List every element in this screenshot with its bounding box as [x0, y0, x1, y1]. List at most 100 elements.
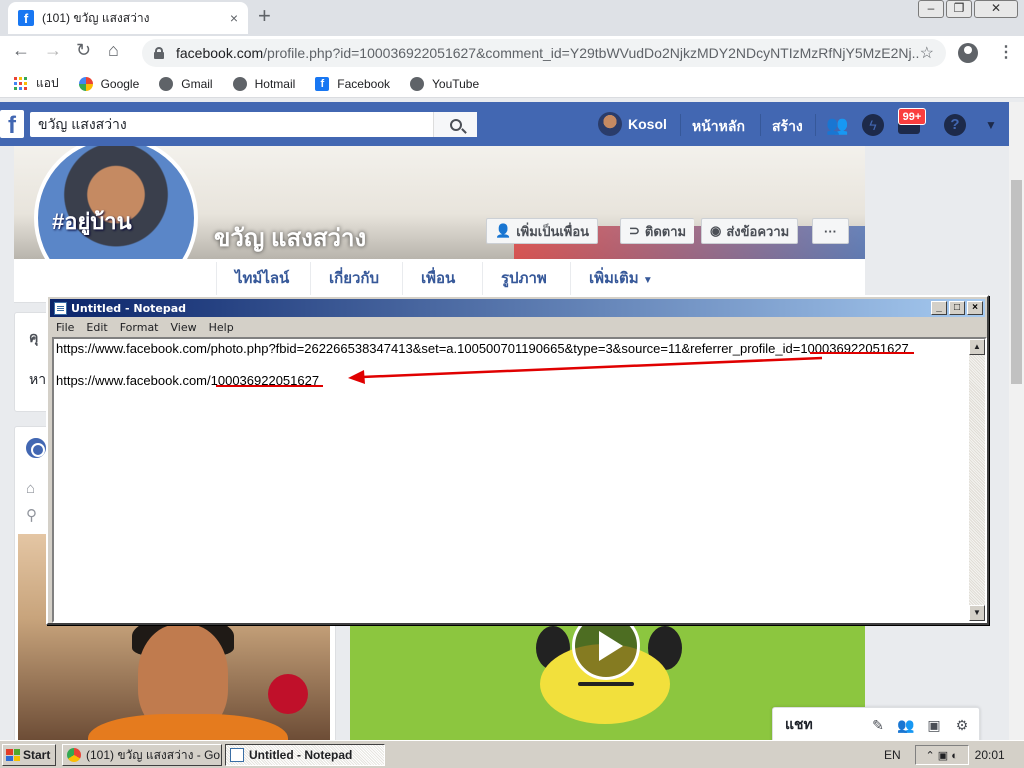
- new-tab-button[interactable]: +: [258, 5, 271, 27]
- reload-icon[interactable]: ↻: [76, 40, 91, 61]
- user-name-link[interactable]: Kosol: [628, 116, 667, 132]
- chat-bar[interactable]: แชท ✎ 👥 ▣ ⚙: [772, 707, 980, 743]
- video-call-icon[interactable]: ▣: [923, 717, 945, 734]
- scroll-up-icon[interactable]: ▲: [969, 339, 985, 355]
- facebook-logo-icon[interactable]: f: [0, 110, 24, 139]
- menu-view[interactable]: View: [165, 321, 203, 334]
- home-icon[interactable]: ⌂: [108, 40, 119, 61]
- windows-flag-icon: [6, 749, 20, 761]
- more-options-button[interactable]: ···: [812, 218, 849, 244]
- menu-format[interactable]: Format: [114, 321, 165, 334]
- start-label: Start: [23, 748, 51, 762]
- lock-icon[interactable]: [154, 47, 164, 59]
- forward-arrow-icon[interactable]: →: [44, 40, 62, 61]
- page-scrollbar[interactable]: [1009, 102, 1024, 740]
- menu-help[interactable]: Help: [203, 321, 240, 334]
- bookmark-apps[interactable]: แอป: [14, 74, 59, 93]
- friend-requests-icon[interactable]: 👥: [826, 114, 848, 136]
- tab-close-icon[interactable]: ×: [230, 10, 238, 26]
- menu-file[interactable]: File: [50, 321, 80, 334]
- scroll-down-icon[interactable]: ▼: [969, 605, 985, 621]
- notepad-titlebar[interactable]: Untitled - Notepad _ □ ×: [50, 299, 985, 317]
- add-friend-icon: 👤: [495, 223, 512, 238]
- notepad-minimize-button[interactable]: _: [931, 301, 947, 315]
- message-label: ส่งข้อความ: [726, 223, 790, 239]
- profile-name[interactable]: ขวัญ แสงสว่าง: [214, 218, 366, 257]
- search-button[interactable]: [433, 112, 477, 137]
- search-input[interactable]: ขวัญ แสงสว่าง: [30, 114, 433, 136]
- bookmark-star-icon[interactable]: ☆: [920, 43, 934, 63]
- tray-icons[interactable]: ⌃ ▣ ◐: [914, 745, 969, 765]
- globe-icon: [159, 76, 174, 91]
- url-line-2: https://www.facebook.com/: [56, 373, 211, 388]
- red-arrow-icon: [348, 356, 823, 384]
- message-button[interactable]: ◉ ส่งข้อความ: [701, 218, 799, 244]
- follow-button[interactable]: ⊃ ติดตาม: [620, 218, 695, 244]
- facebook-search[interactable]: ขวัญ แสงสว่าง: [30, 112, 477, 137]
- profile-picture-text: #อยู่บ้าน: [52, 209, 132, 234]
- create-link[interactable]: สร้าง: [772, 116, 803, 138]
- taskbar-chrome[interactable]: (101) ขวัญ แสงสว่าง - Go...: [62, 744, 222, 766]
- language-indicator[interactable]: EN: [884, 748, 901, 762]
- home-link[interactable]: หน้าหลัก: [692, 116, 745, 138]
- tab-about[interactable]: เกี่ยวกับ: [310, 262, 397, 296]
- new-message-icon[interactable]: ✎: [867, 717, 889, 734]
- profile-avatar-icon[interactable]: [958, 43, 978, 63]
- url-text[interactable]: facebook.com/profile.php?id=100036922051…: [176, 45, 920, 61]
- bookmark-google[interactable]: Google: [78, 76, 139, 91]
- more-options-icon: ···: [824, 223, 837, 239]
- account-menu-icon[interactable]: ▼: [980, 114, 1002, 136]
- notepad-title: Untitled - Notepad: [71, 301, 187, 315]
- kebab-menu-icon[interactable]: ⋮: [998, 42, 1014, 62]
- browser-toolbar: ← → ↻ ⌂ facebook.com/profile.php?id=1000…: [0, 36, 1024, 70]
- start-button[interactable]: Start: [2, 744, 56, 766]
- notepad-maximize-button[interactable]: □: [949, 301, 965, 315]
- settings-gear-icon[interactable]: ⚙: [951, 717, 973, 734]
- house-icon: ⌂: [26, 480, 36, 497]
- apps-grid-icon: [14, 76, 28, 91]
- back-arrow-icon[interactable]: ←: [12, 40, 30, 61]
- browser-tab[interactable]: f (101) ขวัญ แสงสว่าง ×: [8, 2, 248, 34]
- system-tray: EN ⌃ ▣ ◐ 20:01: [884, 744, 1020, 766]
- bookmark-label: YouTube: [432, 76, 480, 91]
- minimize-button[interactable]: ‒: [918, 0, 944, 18]
- add-friend-button[interactable]: 👤 เพิ่มเป็นเพื่อน: [486, 218, 599, 244]
- red-underline-2: [216, 385, 323, 387]
- address-bar[interactable]: facebook.com/profile.php?id=100036922051…: [142, 39, 946, 67]
- tab-photos[interactable]: รูปภาพ: [482, 262, 565, 296]
- facebook-top-bar: f ขวัญ แสงสว่าง Kosol หน้าหลัก สร้าง 👥 ϟ…: [0, 102, 1009, 146]
- scrollbar-thumb[interactable]: [1011, 180, 1022, 384]
- notepad-window: Untitled - Notepad _ □ × File Edit Forma…: [46, 295, 989, 625]
- taskbar-notepad-label: Untitled - Notepad: [249, 748, 353, 762]
- notepad-scrollbar[interactable]: ▲ ▼: [969, 339, 985, 621]
- rss-icon: ⊃: [629, 223, 640, 238]
- close-window-button[interactable]: ✕: [974, 0, 1018, 18]
- notepad-close-button[interactable]: ×: [967, 301, 983, 315]
- messenger-small-icon: ◉: [710, 223, 722, 238]
- clock[interactable]: 20:01: [975, 748, 1005, 762]
- user-avatar[interactable]: [598, 112, 622, 136]
- tab-friends[interactable]: เพื่อน: [402, 262, 473, 296]
- intro-text: หา: [29, 371, 47, 387]
- messenger-icon[interactable]: ϟ: [862, 114, 884, 136]
- tab-more[interactable]: เพิ่มเติม ▼: [570, 262, 671, 296]
- bookmark-hotmail[interactable]: Hotmail: [232, 76, 295, 91]
- bookmark-label: Gmail: [181, 76, 213, 91]
- divider: [815, 114, 816, 136]
- tab-timeline[interactable]: ไทม์ไลน์: [216, 262, 307, 296]
- bookmark-label: Facebook: [337, 76, 390, 91]
- window-controls: ‒ ❐ ✕: [916, 0, 1018, 18]
- bookmark-youtube[interactable]: YouTube: [410, 76, 480, 91]
- menu-edit[interactable]: Edit: [80, 321, 113, 334]
- follow-label: ติดตาม: [644, 223, 687, 239]
- bookmark-gmail[interactable]: Gmail: [159, 76, 213, 91]
- taskbar-notepad[interactable]: Untitled - Notepad: [225, 744, 385, 766]
- bookmark-facebook[interactable]: f Facebook: [315, 76, 390, 91]
- group-chat-icon[interactable]: 👥: [895, 717, 917, 734]
- restore-button[interactable]: ❐: [946, 0, 972, 18]
- bookmarks-bar: แอป Google Gmail Hotmail f Facebook YouT…: [0, 70, 1024, 98]
- help-icon[interactable]: ?: [944, 114, 966, 136]
- divider: [680, 114, 681, 136]
- browser-tabstrip: f (101) ขวัญ แสงสว่าง × + ‒ ❐ ✕: [0, 0, 1024, 36]
- chat-label: แชท: [785, 716, 813, 732]
